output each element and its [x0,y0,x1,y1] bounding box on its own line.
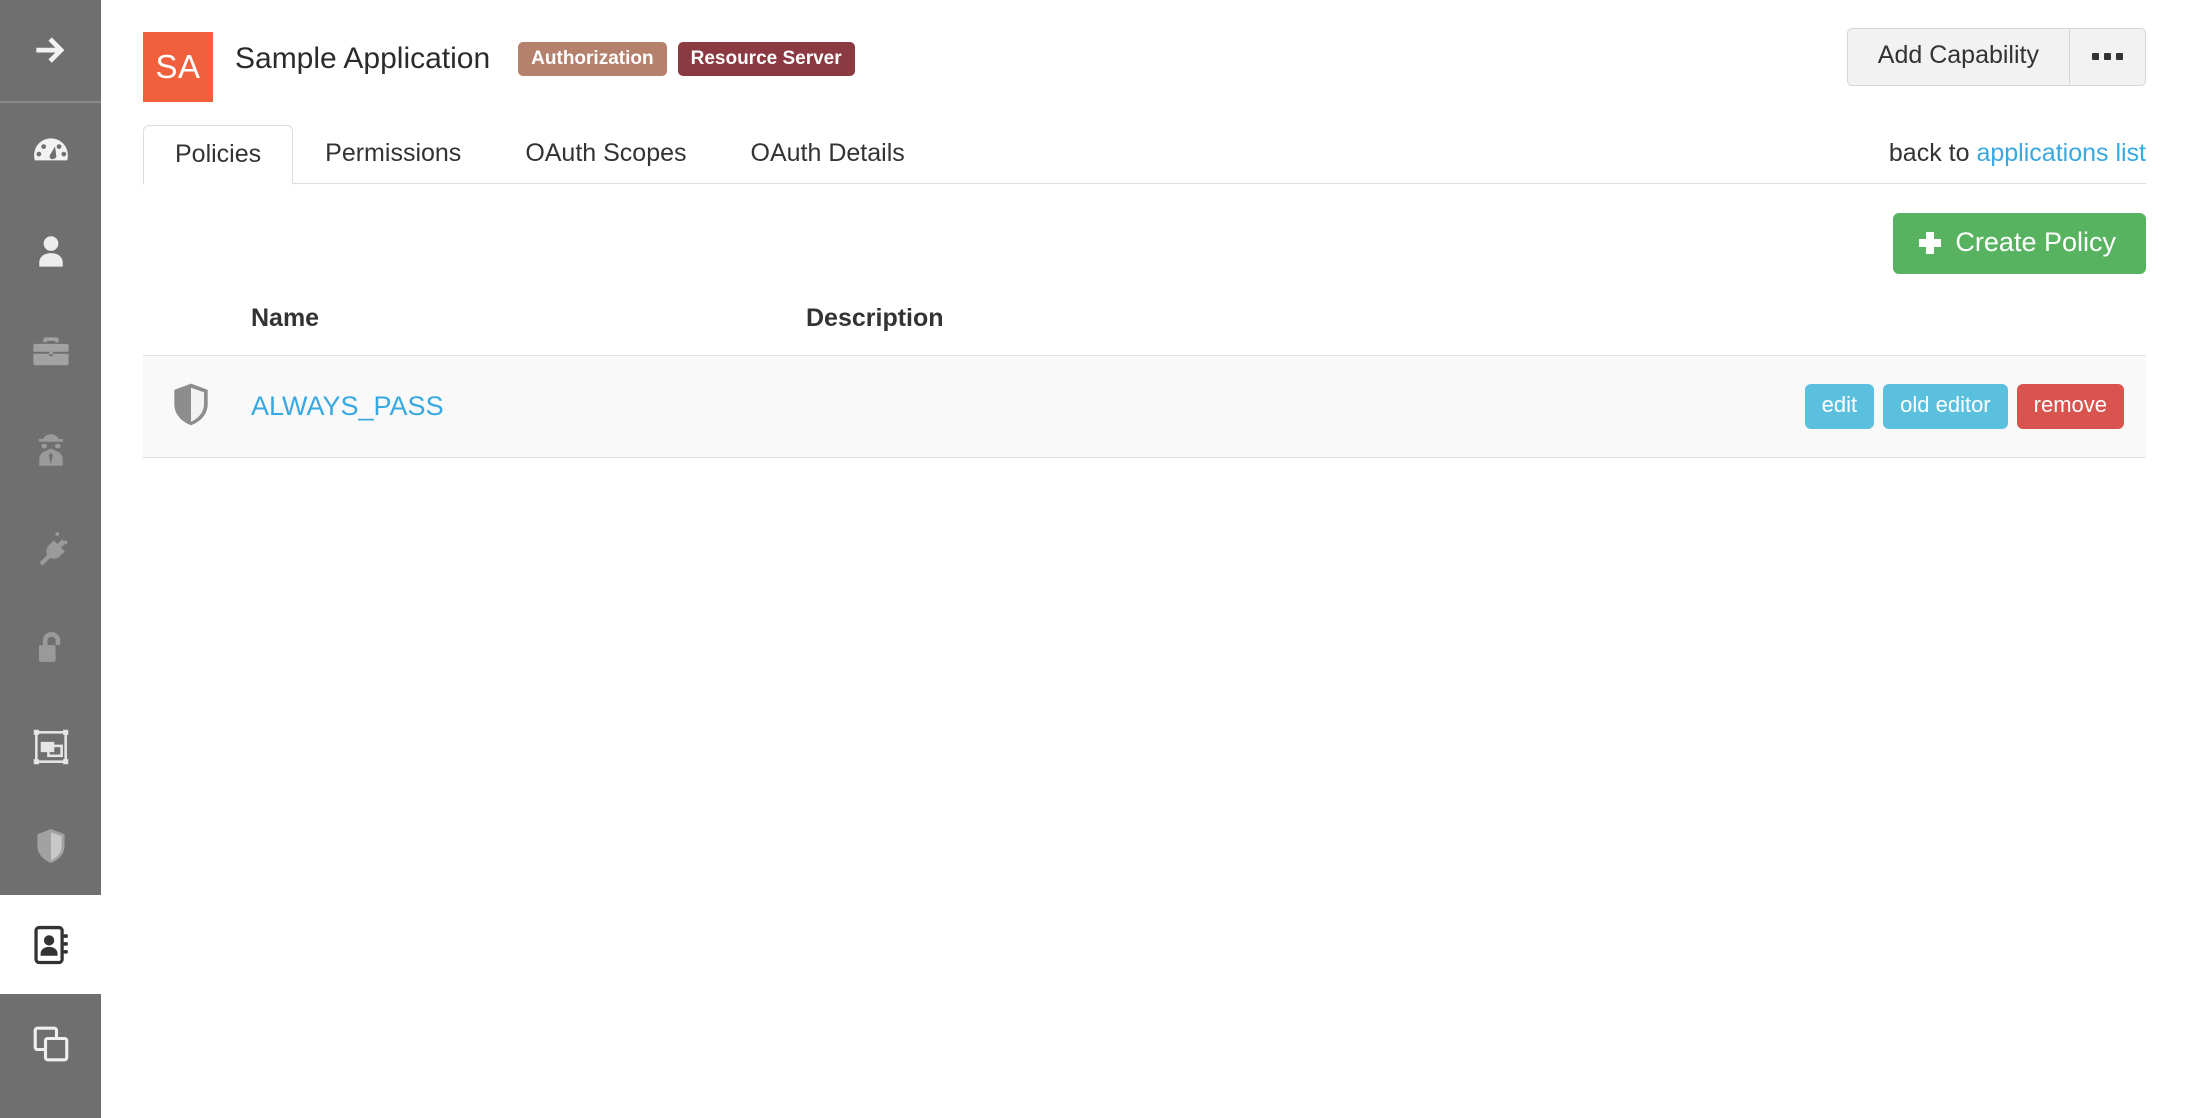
overflow-menu-button[interactable] [2069,28,2146,86]
policies-table-wrap: Name Description ALWAYS_PASS edit old ed… [101,296,2188,458]
plug-icon [29,527,73,571]
sidebar-item-dashboard[interactable] [0,103,101,202]
status-badge-resource-server: Resource Server [677,42,855,76]
policy-name-link[interactable]: ALWAYS_PASS [251,391,444,421]
title-wrap: Sample Application Authorization Resourc… [235,32,855,102]
tab-list: Policies Permissions OAuth Scopes OAuth … [143,124,937,185]
right-gutter [2174,0,2188,1118]
tab-oauth-scopes[interactable]: OAuth Scopes [493,124,718,185]
arrow-right-icon [29,29,73,73]
old-editor-button[interactable]: old editor [1883,384,2008,429]
sidebar [0,0,101,1118]
tab-bar: Policies Permissions OAuth Scopes OAuth … [143,122,2146,185]
status-badge-authorization: Authorization [518,42,667,76]
add-capability-button[interactable]: Add Capability [1846,28,2069,86]
sidebar-item-agents[interactable] [0,400,101,499]
row-description-cell [806,356,1726,458]
sidebar-item-expand-nav[interactable] [0,0,101,101]
gauge-icon [29,131,73,175]
column-header-name: Name [251,304,320,332]
row-icon-cell [143,356,251,458]
back-to-applications: back to applications list [1889,139,2146,168]
app-root: SA Sample Application Authorization Reso… [0,0,2188,1118]
row-actions: edit old editor remove [1726,384,2146,429]
dot-icon [2116,53,2123,61]
content-toolbar: Create Policy [101,184,2188,274]
tab-policies[interactable]: Policies [143,124,294,185]
sidebar-item-integrations[interactable] [0,499,101,598]
unlock-icon [29,626,73,670]
shield-icon [165,383,217,434]
column-header-icon [143,296,251,356]
copy-icon [29,1022,73,1066]
row-actions-cell: edit old editor remove [1726,356,2146,458]
header-actions: Add Capability [1846,28,2146,86]
shield-icon [29,824,73,868]
address-book-icon [28,922,74,968]
sidebar-item-copies[interactable] [0,994,101,1093]
table-header-row: Name Description [143,296,2146,356]
table-head: Name Description [143,296,2146,356]
row-name-cell: ALWAYS_PASS [251,356,806,458]
sidebar-item-transform[interactable] [0,697,101,796]
column-header-description: Description [806,304,944,332]
applications-list-link[interactable]: applications list [1976,139,2146,167]
dot-icon [2092,53,2099,61]
user-icon [29,230,73,274]
tab-oauth-details[interactable]: OAuth Details [719,124,937,185]
sidebar-item-users[interactable] [0,202,101,301]
dot-icon [2104,53,2111,61]
sidebar-item-applications[interactable] [0,895,101,994]
transform-icon [29,725,73,769]
briefcase-icon [29,329,73,373]
sidebar-item-business[interactable] [0,301,101,400]
remove-button[interactable]: remove [2016,384,2124,429]
sidebar-item-authentication[interactable] [0,598,101,697]
create-policy-button[interactable]: Create Policy [1893,213,2146,274]
create-policy-label: Create Policy [1955,227,2116,257]
tab-permissions[interactable]: Permissions [293,124,493,185]
table-body: ALWAYS_PASS edit old editor remove [143,355,2146,458]
main-content: SA Sample Application Authorization Reso… [101,0,2188,1118]
table-row: ALWAYS_PASS edit old editor remove [143,355,2146,458]
page-title: Sample Application [235,42,491,75]
page-header: SA Sample Application Authorization Reso… [101,0,2188,122]
sidebar-item-policies[interactable] [0,796,101,895]
policies-table: Name Description ALWAYS_PASS edit old ed… [143,296,2146,458]
edit-button[interactable]: edit [1804,384,1875,429]
badge-list: Authorization Resource Server [518,42,855,76]
avatar: SA [143,32,213,102]
back-prefix: back to [1888,139,1977,167]
plus-icon [1919,231,1942,254]
column-header-actions [1726,296,2146,356]
spy-icon [29,428,73,472]
